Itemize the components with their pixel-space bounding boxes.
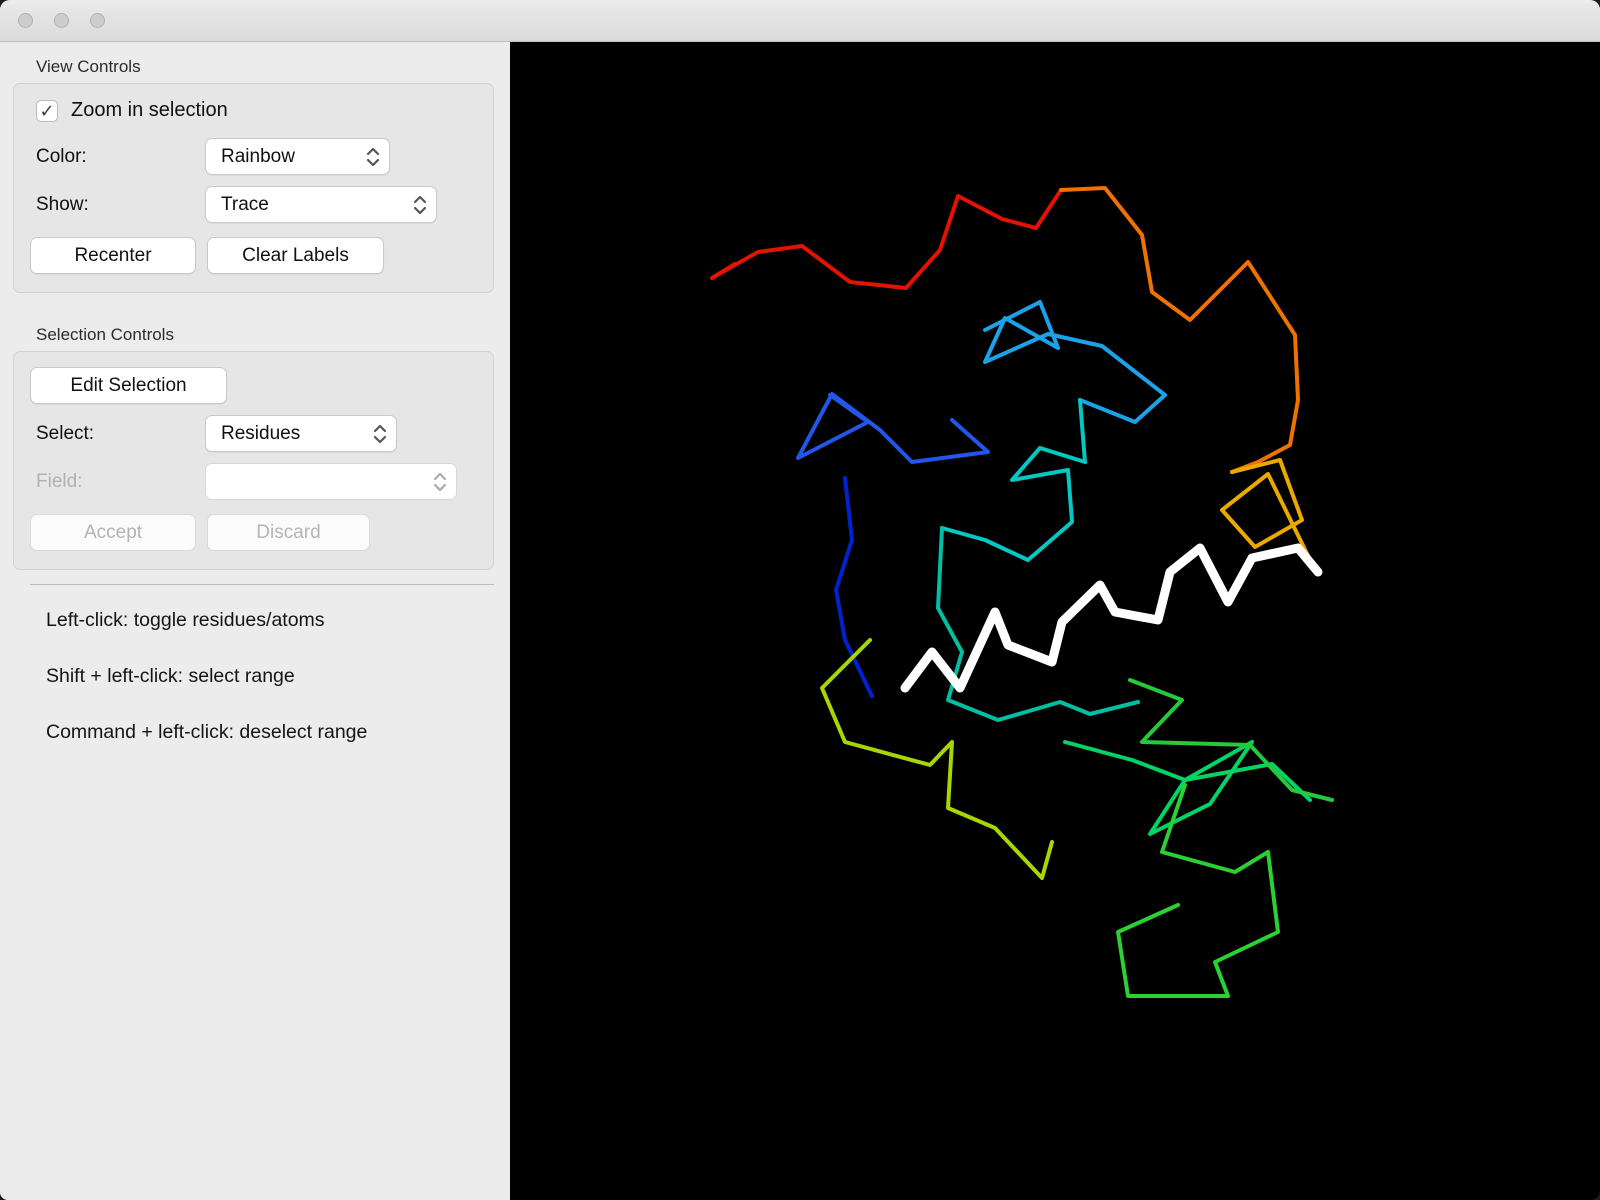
select-popup[interactable]: Residues <box>205 415 397 452</box>
zoom-in-selection-label: Zoom in selection <box>71 99 228 121</box>
chevron-up-down-icon <box>433 472 447 491</box>
color-popup[interactable]: Rainbow <box>205 138 390 175</box>
app-window: View Controls ✓ Zoom in selection Color:… <box>0 0 1600 1200</box>
discard-button[interactable]: Discard <box>207 514 370 551</box>
trace-segment-green-lower[interactable] <box>1116 783 1280 998</box>
field-label: Field: <box>36 470 83 492</box>
close-button[interactable] <box>18 13 33 28</box>
trace-segment-teal[interactable] <box>936 526 1140 722</box>
show-label: Show: <box>36 193 89 215</box>
clear-labels-button[interactable]: Clear Labels <box>207 237 384 274</box>
trace-segment-cyan[interactable] <box>940 398 1087 562</box>
field-row: Field: <box>36 463 477 500</box>
titlebar <box>0 0 1600 42</box>
show-popup[interactable]: Trace <box>205 186 437 223</box>
trace-segment-spring-green[interactable] <box>1063 740 1312 836</box>
select-label: Select: <box>36 422 95 444</box>
view-controls-title: View Controls <box>36 57 141 76</box>
molecule-viewport[interactable] <box>510 42 1600 1200</box>
recenter-button[interactable]: Recenter <box>30 237 196 274</box>
trace-segment-sky-blue[interactable] <box>983 300 1167 424</box>
minimize-button[interactable] <box>54 13 69 28</box>
trace-segment-red[interactable] <box>710 188 1063 290</box>
field-popup[interactable] <box>205 463 457 500</box>
edit-selection-button[interactable]: Edit Selection <box>30 367 227 404</box>
molecule-canvas[interactable] <box>510 42 1600 1200</box>
sidebar: View Controls ✓ Zoom in selection Color:… <box>0 43 510 1200</box>
trace-segment-green-upper[interactable] <box>1128 678 1334 802</box>
trace-segment-white-selection[interactable] <box>900 543 1323 693</box>
color-label: Color: <box>36 145 87 167</box>
show-popup-value: Trace <box>221 193 269 215</box>
color-popup-value: Rainbow <box>221 145 295 167</box>
color-row: Color: Rainbow <box>36 138 477 175</box>
trace-segment-blue[interactable] <box>796 392 990 464</box>
select-row: Select: Residues <box>36 415 477 452</box>
trace-segment-orange[interactable] <box>1059 186 1300 474</box>
zoom-in-selection-row: ✓ Zoom in selection <box>36 99 477 122</box>
help-line-shift-click: Shift + left-click: select range <box>46 665 295 687</box>
selection-controls-title: Selection Controls <box>36 325 174 344</box>
edit-selection-row: Edit Selection <box>30 367 477 404</box>
selection-controls-group: Edit Selection Select: Residues Field: A… <box>13 351 494 570</box>
chevron-up-down-icon <box>413 195 427 214</box>
view-buttons-row: Recenter Clear Labels <box>30 237 477 274</box>
chevron-up-down-icon <box>373 424 387 443</box>
select-popup-value: Residues <box>221 422 301 444</box>
chevron-up-down-icon <box>366 147 380 166</box>
help-line-command-click: Command + left-click: deselect range <box>46 721 368 743</box>
trace-segment-dark-blue[interactable] <box>834 476 874 698</box>
window-controls <box>18 13 105 28</box>
trace-segment-yellow-green[interactable] <box>820 638 1054 880</box>
checkmark-icon: ✓ <box>39 100 55 121</box>
accept-button[interactable]: Accept <box>30 514 196 551</box>
help-line-left-click: Left-click: toggle residues/atoms <box>46 609 325 631</box>
view-controls-group: ✓ Zoom in selection Color: Rainbow Show:… <box>13 83 494 293</box>
accept-discard-row: Accept Discard <box>30 514 477 551</box>
show-row: Show: Trace <box>36 186 477 223</box>
help-text: Left-click: toggle residues/atoms Shift … <box>0 585 510 744</box>
zoom-in-selection-checkbox[interactable]: ✓ <box>36 99 58 122</box>
zoom-window-button[interactable] <box>90 13 105 28</box>
